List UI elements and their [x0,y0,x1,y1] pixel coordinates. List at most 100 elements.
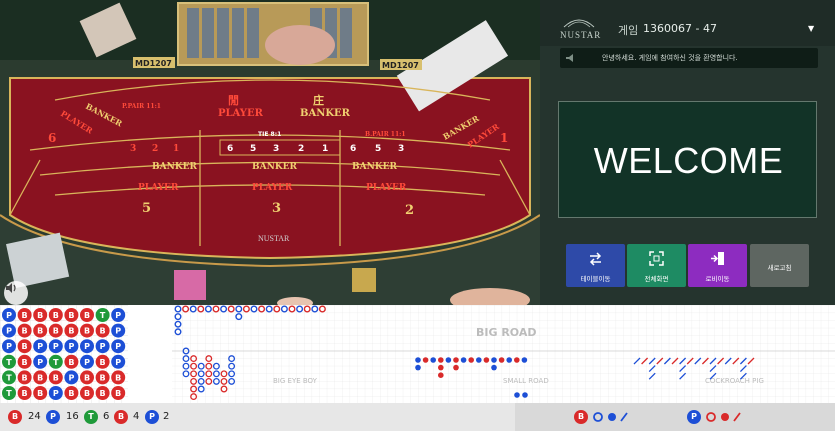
bead-letter: B [115,373,121,382]
bead-letter: B [84,373,90,382]
lobby-label: 로비이동 [705,275,730,283]
bead-P: P [111,354,126,369]
table-move-button[interactable]: 테이블이동 [566,244,625,287]
bead-letter: B [100,373,106,382]
refresh-button[interactable]: 새로고침 [750,244,809,287]
notice-bar: 안녕하세요. 게임에 참여하신 것을 환영합니다. [560,48,818,68]
bead-P: P [48,386,63,400]
bead-B: B [111,370,126,385]
bead-letter: B [68,327,74,336]
bead-B: B [17,339,32,354]
bead-P: P [111,308,126,322]
bead-B: B [33,370,48,385]
bead-P: P [2,323,16,338]
bead-letter: B [84,311,90,320]
bead-letter: B [100,327,106,336]
small-road-mark [453,357,459,363]
bpair-box-5: 5 [375,144,381,154]
small-road-mark [415,364,421,371]
bead-B: B [48,370,63,385]
player-predict-button[interactable]: P [687,410,701,424]
bead-letter: P [115,342,121,351]
bead-letter: B [37,389,43,398]
refresh-label: 새로고침 [767,264,792,272]
bead-letter: P [115,358,121,367]
notice-text: 안녕하세요. 게임에 참여하신 것을 환영합니다. [602,54,738,62]
bead-letter: P [6,311,12,320]
player-predict-markers [706,412,741,422]
speaker-icon [6,283,16,293]
seat-number-6: 6 [48,131,56,145]
small-road-mark [491,364,497,371]
bead-P: P [33,339,48,354]
next-result-predictor: B P [515,403,835,431]
bead-B: B [17,323,32,338]
table-label-banker: BANKER [300,108,351,119]
banker-pair-count-dot: B [114,410,128,424]
bead-B: B [33,386,48,400]
player-row-label-3: PLAYER [366,183,407,193]
seat-number-5: 5 [142,201,151,216]
bead-letter: P [68,342,74,351]
bead-letter: B [37,373,43,382]
bead-B: B [48,323,63,338]
bead-B: B [17,354,32,369]
banker-predict-button[interactable]: B [574,410,588,424]
bead-letter: P [37,342,43,351]
chevron-down-icon[interactable]: ▼ [808,24,818,33]
bead-letter: B [100,389,106,398]
bead-letter: B [53,311,59,320]
player-row-label-2: PLAYER [252,183,293,193]
banker-count-dot: B [8,410,22,424]
player-count: 16 [66,411,79,422]
bead-letter: B [68,311,74,320]
banker-pair-count: 4 [133,411,140,422]
bead-letter: T [6,358,12,367]
banker-row-label-3: BANKER [352,162,397,172]
small-road-mark [460,357,467,363]
bead-P: P [2,308,16,322]
bead-B: B [64,323,79,338]
cockroach-pig-label: COCKROACH PIG [705,377,764,385]
full-screen-button[interactable]: 전체화면 [627,244,686,287]
bead-letter: T [100,311,106,320]
small-road-mark [514,392,520,398]
panel-header: NUSTAR 게임 1360067 - 47 ▼ [540,0,835,46]
bead-letter: T [53,358,59,367]
baccarat-table-view: MD1207 MD1207 閒 PLAYER 庄 BANKER BANKER P… [0,0,540,305]
table-label-player-cn: 閒 [228,94,239,107]
bead-P: P [33,354,48,369]
bead-P: P [111,323,126,338]
bead-B: B [80,308,94,322]
ppair-box-1: 1 [173,144,179,154]
banker-count: 24 [28,411,41,422]
ppair-box-2: 2 [152,144,158,154]
bead-letter: B [22,342,28,351]
bead-B: B [17,370,32,385]
tie-count: 6 [103,411,110,422]
bead-letter: P [68,373,74,382]
bead-letter: B [115,389,121,398]
seat-number-3: 3 [272,201,281,216]
bead-letter: P [6,342,12,351]
big-road-label: BIG ROAD [476,326,537,339]
bead-B: B [80,323,94,338]
lobby-button[interactable]: 로비이동 [688,244,747,287]
player-count-dot: P [46,410,60,424]
bead-B: B [64,386,79,400]
tie-box-2: 2 [298,144,304,154]
banker-row-label-1: BANKER [152,162,197,172]
sound-toggle-button[interactable] [4,281,28,305]
tie-count-dot: T [84,410,98,424]
bead-letter: P [53,389,59,398]
bead-B: B [48,308,63,322]
player-pair-count: 2 [163,411,170,422]
banker-row-label-2: BANKER [252,162,297,172]
banker-predict-markers [593,412,628,422]
table-move-label: 테이블이동 [580,275,611,283]
small-road-mark [483,357,490,363]
bead-letter: P [100,342,106,351]
small-road-mark [506,357,512,363]
bead-letter: B [84,389,90,398]
bead-letter: B [100,358,106,367]
